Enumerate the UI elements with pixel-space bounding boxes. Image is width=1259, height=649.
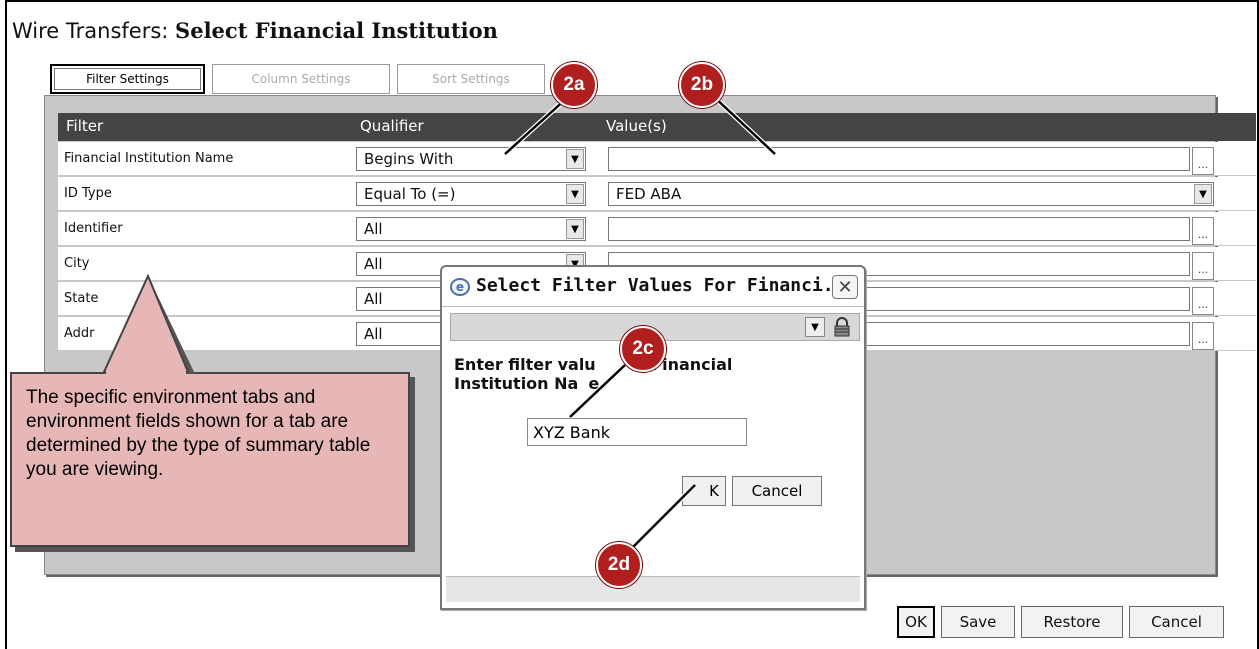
callout-line-2a — [504, 96, 569, 155]
step-badge-2c: 2c — [620, 326, 666, 372]
callout-line-2d — [627, 484, 696, 553]
callout-line-2b — [711, 94, 776, 155]
badge-label: 2d — [607, 554, 631, 575]
badge-label: 2c — [632, 338, 654, 359]
callout-pointer — [102, 273, 190, 373]
callout-line-2c — [569, 364, 626, 418]
badge-label: 2a — [563, 74, 585, 95]
step-badge-2b: 2b — [679, 62, 725, 108]
step-badge-2a: 2a — [551, 62, 597, 108]
step-badge-2d: 2d — [596, 542, 642, 588]
badge-label: 2b — [690, 74, 714, 95]
